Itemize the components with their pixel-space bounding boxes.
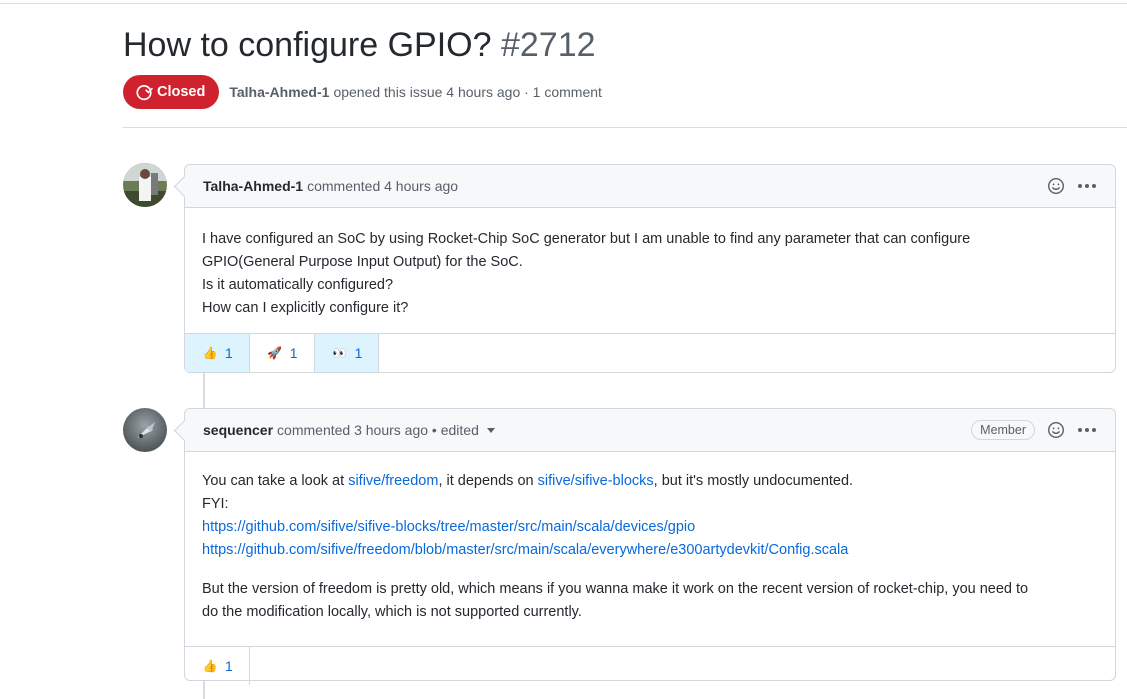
issue-title: How to configure GPIO? #2712: [123, 24, 596, 66]
comment-paragraph: You can take a look at sifive/freedom, i…: [202, 470, 1098, 493]
comment-1: Talha-Ahmed-1 commented 4 hours ago I ha…: [184, 164, 1116, 373]
comment-actions: [1047, 165, 1097, 207]
comment-line: Is it automatically configured?: [202, 277, 394, 293]
comment-timestamp[interactable]: commented 4 hours ago: [307, 178, 458, 194]
reaction-count: 1: [354, 345, 363, 361]
eyes-icon: 👀: [332, 346, 348, 360]
comment-line: But the version of freedom is pretty old…: [202, 581, 1029, 597]
reaction-count: 1: [225, 345, 233, 361]
kebab-horizontal-icon: [1078, 428, 1096, 432]
comment-text: , but it's mostly undocumented.: [653, 473, 854, 489]
comment-header: sequencer commented 3 hours ago • edited…: [185, 409, 1115, 452]
comment-body: I have configured an SoC by using Rocket…: [185, 208, 1115, 316]
timeline-connector: [203, 372, 205, 408]
comment-line: How can I explicitly configure it?: [202, 300, 409, 316]
reaction-count: 1: [289, 345, 298, 361]
reaction-thumbs-up[interactable]: 👍 1: [185, 334, 250, 372]
smiley-icon: [1047, 177, 1065, 195]
member-badge: Member: [971, 420, 1035, 440]
issue-opened-text: opened this issue 4 hours ago · 1 commen…: [333, 84, 602, 100]
link-sifive-freedom[interactable]: sifive/freedom: [348, 473, 438, 489]
comment-line: do the modification locally, which is no…: [202, 604, 582, 620]
add-reaction-button[interactable]: [1047, 177, 1065, 195]
issue-number: #2712: [500, 26, 596, 64]
comment-actions: Member: [971, 409, 1097, 451]
top-divider: [0, 3, 1127, 4]
reactions-bar: 👍 1 🚀 1 👀 1: [185, 333, 1115, 372]
smiley-icon: [1047, 421, 1065, 439]
comment-body: You can take a look at sifive/freedom, i…: [185, 452, 1115, 646]
avatar-sequencer[interactable]: [123, 408, 167, 452]
issue-closed-icon: [136, 85, 153, 101]
header-divider: [123, 127, 1127, 128]
comment-2: sequencer commented 3 hours ago • edited…: [184, 408, 1116, 685]
add-reaction-button[interactable]: [1047, 421, 1065, 439]
comment-timestamp[interactable]: commented 3 hours ago • edited: [277, 422, 479, 438]
edit-history-dropdown[interactable]: [486, 427, 495, 433]
comment-text: You can take a look at: [202, 473, 349, 489]
comment-line: https://github.com/sifive/sifive-blocks/…: [202, 516, 1098, 539]
comment-line: I have configured an SoC by using Rocket…: [202, 231, 971, 247]
reaction-thumbs-up[interactable]: 👍 1: [185, 647, 250, 685]
comment-author-link[interactable]: Talha-Ahmed-1: [203, 178, 303, 194]
state-badge: Closed: [123, 75, 220, 109]
issue-title-text: How to configure GPIO?: [123, 26, 492, 64]
reactions-bar: 👍 1: [185, 646, 1115, 685]
link-gpio-url[interactable]: https://github.com/sifive/sifive-blocks/…: [202, 519, 695, 535]
state-badge-label: Closed: [157, 84, 206, 100]
kebab-horizontal-icon: [1078, 184, 1096, 188]
thumbs-up-icon: 👍: [202, 659, 218, 673]
issue-meta: Closed Talha-Ahmed-1 opened this issue 4…: [123, 75, 602, 109]
issue-author-link[interactable]: Talha-Ahmed-1: [229, 84, 329, 100]
comment-author-link[interactable]: sequencer: [203, 422, 273, 438]
reaction-count: 1: [225, 658, 233, 674]
rocket-icon: 🚀: [267, 346, 283, 360]
comment-line: FYI:: [202, 496, 229, 512]
thumbs-up-icon: 👍: [202, 346, 218, 360]
reaction-rocket[interactable]: 🚀 1: [250, 334, 315, 372]
comment-line: https://github.com/sifive/freedom/blob/m…: [202, 539, 1098, 562]
comment-line: GPIO(General Purpose Input Output) for t…: [202, 254, 523, 270]
comment-header: Talha-Ahmed-1 commented 4 hours ago: [185, 165, 1115, 208]
avatar-talha[interactable]: [123, 163, 167, 207]
avatar-image: [123, 408, 167, 452]
link-config-url[interactable]: https://github.com/sifive/freedom/blob/m…: [202, 542, 848, 558]
link-sifive-blocks[interactable]: sifive/sifive-blocks: [538, 473, 654, 489]
comment-options-button[interactable]: [1077, 427, 1097, 433]
comment-options-button[interactable]: [1077, 183, 1097, 189]
reaction-eyes[interactable]: 👀 1: [314, 334, 380, 372]
avatar-image: [123, 163, 167, 207]
comment-text: , it depends on: [438, 473, 538, 489]
